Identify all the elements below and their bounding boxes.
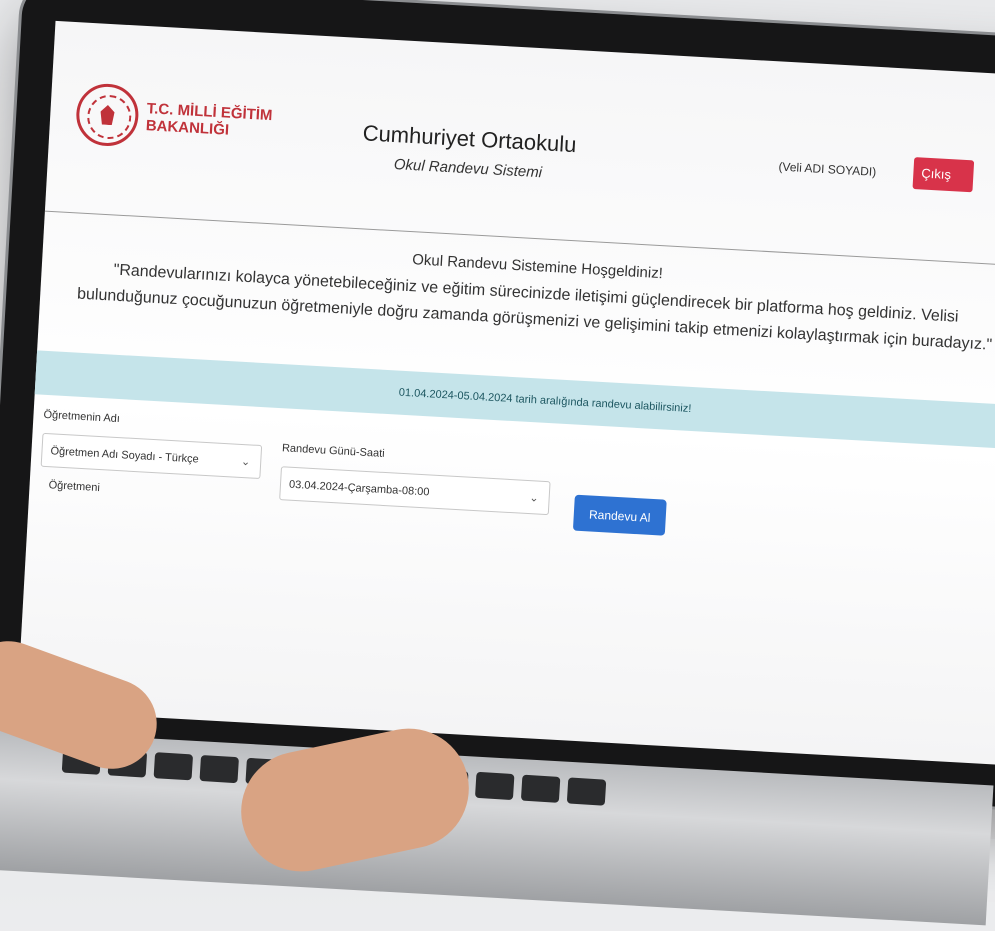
chevron-down-icon: ⌄	[529, 492, 539, 505]
key	[566, 777, 607, 806]
key	[153, 752, 194, 781]
app-screen: T.C. MİLLİ EĞİTİM BAKANLIĞI Cumhuriyet O…	[17, 20, 995, 767]
meb-seal-icon	[74, 82, 141, 148]
teacher-select[interactable]: Öğretmen Adı Soyadı - Türkçe Öğretmeni ⌄	[40, 432, 263, 494]
page-title: Cumhuriyet Ortaokulu	[362, 120, 578, 158]
book-appointment-button[interactable]: Randevu Al	[572, 494, 667, 536]
key	[199, 754, 239, 784]
meb-logo: T.C. MİLLİ EĞİTİM BAKANLIĞI	[74, 82, 274, 155]
logout-button[interactable]: Çıkış	[912, 157, 975, 193]
date-select[interactable]: 03.04.2024-Çarşamba-08:00 ⌄	[279, 466, 551, 516]
page-subtitle: Okul Randevu Sistemi	[393, 156, 543, 182]
key	[474, 771, 515, 801]
date-field-group: Randevu Günü-Saati 03.04.2024-Çarşamba-0…	[279, 442, 552, 516]
key	[520, 774, 561, 803]
teacher-field-group: Öğretmenin Adı Öğretmen Adı Soyadı - Tür…	[40, 408, 264, 494]
date-select-value: 03.04.2024-Çarşamba-08:00	[288, 478, 430, 499]
logo-text: T.C. MİLLİ EĞİTİM BAKANLIĞI	[145, 100, 273, 139]
school-block: Cumhuriyet Ortaokulu Okul Randevu Sistem…	[338, 119, 600, 184]
teacher-select-value: Öğretmen Adı Soyadı - Türkçe Öğretmeni	[48, 445, 199, 495]
date-label: Randevu Günü-Saati	[281, 442, 385, 460]
teacher-label: Öğretmenin Adı	[43, 408, 121, 426]
chevron-down-icon: ⌄	[240, 455, 251, 469]
user-name: (Veli ADI SOYADI)	[778, 159, 877, 179]
